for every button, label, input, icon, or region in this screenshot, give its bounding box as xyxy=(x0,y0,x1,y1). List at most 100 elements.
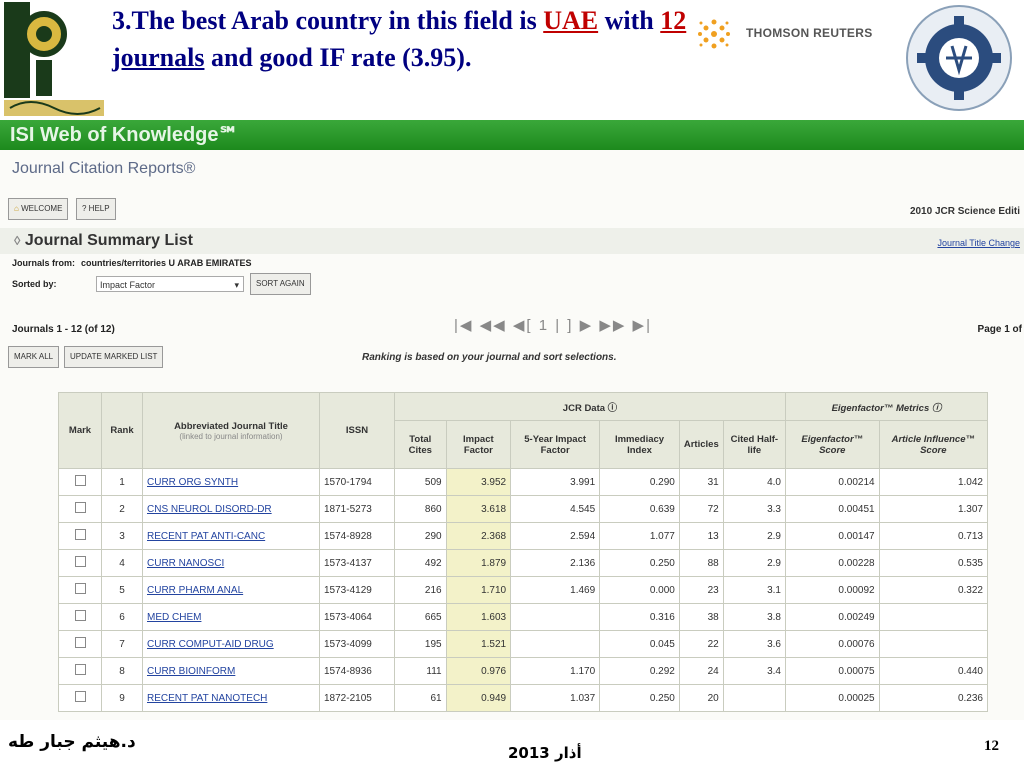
issn-cell: 1574-8936 xyxy=(319,657,395,685)
journal-title-link[interactable]: CURR COMPUT-AID DRUG xyxy=(147,639,274,650)
sort-again-button[interactable]: SORT AGAIN xyxy=(250,273,311,295)
mark-checkbox-input[interactable] xyxy=(74,691,86,702)
half-life-cell: 2.9 xyxy=(722,522,786,550)
half-life-cell: 4.0 xyxy=(722,468,786,496)
journal-title-link[interactable]: RECENT PAT ANTI-CANC xyxy=(147,531,265,542)
journal-title-link: RECENT PAT ANTI-CANC xyxy=(142,522,320,550)
mark-checkbox-input[interactable] xyxy=(74,610,86,621)
eigenfactor-cell: 0.00451 xyxy=(784,495,880,523)
footer-date: أذار 2013 xyxy=(508,744,582,762)
eigenfactor-cell: 0.00076 xyxy=(784,630,880,658)
mark-checkbox-input[interactable] xyxy=(74,556,86,567)
impact-factor-cell: 1.879 xyxy=(445,549,512,577)
issn-cell: 1871-5273 xyxy=(319,495,395,523)
col-eigenfactor-score: Eigenfactor™ Score xyxy=(784,420,880,469)
issn-cell: 1574-8928 xyxy=(319,522,395,550)
table-row: 2 CNS NEUROL DISORD-DR 1871-5273 860 3.618 4.… xyxy=(58,495,989,523)
article-influence-cell xyxy=(878,603,989,631)
issn-cell: 1570-1794 xyxy=(319,468,395,496)
rank-cell: 8 xyxy=(101,657,143,685)
impact-factor-cell: 3.618 xyxy=(445,495,512,523)
journals-from: Journals from: countries/territories U AR… xyxy=(12,258,252,268)
immediacy-cell: 0.250 xyxy=(599,549,680,577)
article-influence-cell: 1.042 xyxy=(878,468,989,496)
total-cites-cell: 61 xyxy=(394,684,447,712)
total-cites-cell: 216 xyxy=(394,576,447,604)
col-issn: ISSN xyxy=(319,392,395,469)
articles-cell: 22 xyxy=(678,630,724,658)
rank-cell: 9 xyxy=(101,684,143,712)
articles-cell: 23 xyxy=(678,576,724,604)
table-row: 6 MED CHEM 1573-4064 665 1.603 0.316 38 3.8 0.00… xyxy=(58,603,989,631)
col-rank: Rank xyxy=(101,392,143,469)
table-row: 7 CURR COMPUT-AID DRUG 1573-4099 195 1.521 0.… xyxy=(58,630,989,658)
jcr-screenshot: ISI Web of Knowledge℠ Journal Citation R… xyxy=(0,120,1024,720)
journal-title-link[interactable]: CURR NANOSCI xyxy=(147,558,224,569)
jcr-edition: 2010 JCR Science Editi xyxy=(909,206,1020,217)
total-cites-cell: 111 xyxy=(394,657,447,685)
col-five-year-if: 5-Year Impact Factor xyxy=(510,420,601,469)
journal-title-link[interactable]: MED CHEM xyxy=(147,612,201,623)
five-year-if-cell: 3.991 xyxy=(510,468,601,496)
journal-title-link[interactable]: CURR BIOINFORM xyxy=(147,666,235,677)
journal-title-link: MED CHEM xyxy=(142,603,320,631)
articles-cell: 13 xyxy=(678,522,724,550)
mark-checkbox xyxy=(58,657,102,685)
help-button[interactable]: ? HELP xyxy=(76,198,116,220)
impact-factor-cell: 1.603 xyxy=(445,603,512,631)
articles-cell: 88 xyxy=(678,549,724,577)
mark-checkbox-input[interactable] xyxy=(74,637,86,648)
mark-checkbox-input[interactable] xyxy=(74,475,86,486)
immediacy-cell: 1.077 xyxy=(599,522,680,550)
thomson-reuters-label: THOMSON REUTERS xyxy=(746,26,873,40)
update-marked-list-button[interactable]: UPDATE MARKED LIST xyxy=(64,346,164,368)
welcome-button[interactable]: ⌂ WELCOME xyxy=(8,198,69,220)
col-impact-factor: Impact Factor xyxy=(445,420,512,469)
journal-title-link[interactable]: RECENT PAT NANOTECH xyxy=(147,693,267,704)
journal-title-link[interactable]: CURR ORG SYNTH xyxy=(147,477,238,488)
mark-checkbox-input[interactable] xyxy=(74,664,86,675)
sort-select[interactable]: Impact Factor ▾ xyxy=(96,276,244,292)
isi-brand-bar: ISI Web of Knowledge℠ xyxy=(0,120,1024,150)
mark-checkbox-input[interactable] xyxy=(74,502,86,513)
total-cites-cell: 509 xyxy=(394,468,447,496)
journal-title-changes-link[interactable]: Journal Title Change xyxy=(937,238,1020,248)
immediacy-cell: 0.250 xyxy=(599,684,680,712)
journal-title-link: RECENT PAT NANOTECH xyxy=(142,684,320,712)
slide-headline: 3.The best Arab country in this field is… xyxy=(112,6,687,72)
journal-title-link: CURR COMPUT-AID DRUG xyxy=(142,630,320,658)
pager-controls[interactable]: |◀ ◀◀ ◀[ 1 | ] ▶ ▶▶ ▶| xyxy=(454,316,652,334)
five-year-if-cell xyxy=(510,630,601,658)
immediacy-cell: 0.316 xyxy=(599,603,680,631)
table-row: 1 CURR ORG SYNTH 1570-1794 509 3.952 3.991 0.2… xyxy=(58,468,989,496)
table-row: 3 RECENT PAT ANTI-CANC 1574-8928 290 2.368 2.… xyxy=(58,522,989,550)
journal-title-link[interactable]: CURR PHARM ANAL xyxy=(147,585,243,596)
journal-title-link: CURR NANOSCI xyxy=(142,549,320,577)
col-mark: Mark xyxy=(58,392,102,469)
half-life-cell: 3.8 xyxy=(722,603,786,631)
mark-all-button[interactable]: MARK ALL xyxy=(8,346,60,368)
issn-cell: 1573-4064 xyxy=(319,603,395,631)
table-row: 5 CURR PHARM ANAL 1573-4129 216 1.710 1.469 0.… xyxy=(58,576,989,604)
impact-factor-cell: 3.952 xyxy=(445,468,512,496)
rank-cell: 6 xyxy=(101,603,143,631)
home-icon: ⌂ xyxy=(14,204,19,213)
mark-checkbox-input[interactable] xyxy=(74,583,86,594)
headline-country: UAE xyxy=(543,6,599,35)
total-cites-cell: 290 xyxy=(394,522,447,550)
mark-checkbox xyxy=(58,549,102,577)
article-influence-cell: 1.307 xyxy=(878,495,989,523)
article-influence-cell xyxy=(878,630,989,658)
article-influence-cell: 0.322 xyxy=(878,576,989,604)
col-total-cites: Total Cites xyxy=(394,420,447,469)
journal-title-link[interactable]: CNS NEUROL DISORD-DR xyxy=(147,504,272,515)
mark-checkbox-input[interactable] xyxy=(74,529,86,540)
articles-cell: 38 xyxy=(678,603,724,631)
half-life-cell: 3.4 xyxy=(722,657,786,685)
eigenfactor-cell: 0.00025 xyxy=(784,684,880,712)
immediacy-cell: 0.045 xyxy=(599,630,680,658)
eigenfactor-cell: 0.00249 xyxy=(784,603,880,631)
total-cites-cell: 195 xyxy=(394,630,447,658)
sorted-by-label: Sorted by: xyxy=(12,279,57,289)
half-life-cell: 3.6 xyxy=(722,630,786,658)
